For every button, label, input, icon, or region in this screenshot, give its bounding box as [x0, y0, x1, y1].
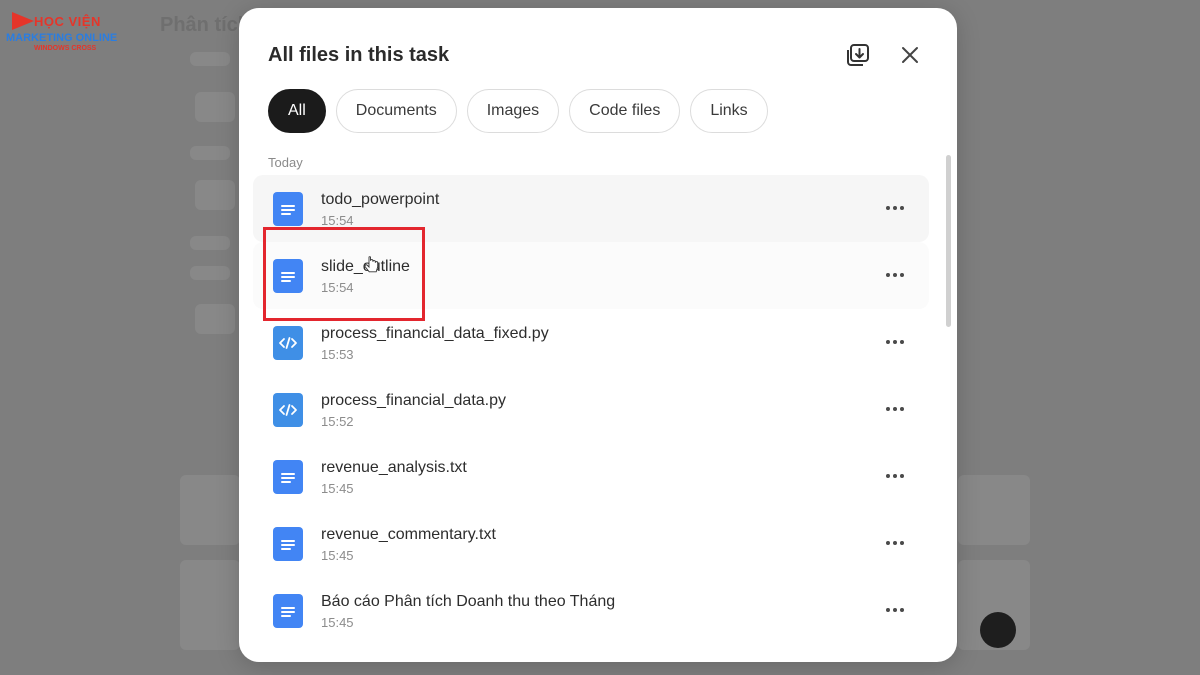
brand-logo: HỌC VIỆN MARKETING ONLINE WINDOWS CROSS	[6, 12, 122, 56]
background-send-button	[980, 612, 1016, 648]
file-row[interactable]: Báo cáo Phân tích Doanh thu theo Tháng 1…	[253, 577, 929, 644]
background-panel	[180, 560, 240, 650]
code-file-icon	[273, 393, 303, 427]
filter-images[interactable]: Images	[466, 89, 560, 133]
download-all-icon	[847, 44, 869, 66]
more-options-button[interactable]	[879, 530, 911, 556]
file-time: 15:54	[321, 213, 354, 228]
background-text	[190, 52, 230, 66]
file-name: Báo cáo Phân tích Doanh thu theo Tháng	[321, 593, 616, 610]
brand-mark-icon	[12, 12, 34, 30]
more-icon	[886, 340, 890, 344]
file-time: 15:45	[321, 548, 354, 563]
more-options-button[interactable]	[879, 329, 911, 355]
brand-line-3: WINDOWS CROSS	[34, 45, 97, 52]
filter-code-files[interactable]: Code files	[569, 89, 681, 133]
background-text	[190, 146, 230, 160]
more-icon	[886, 541, 890, 545]
file-name: revenue_analysis.txt	[321, 459, 467, 476]
document-icon	[273, 527, 303, 561]
section-label-today: Today	[268, 155, 303, 170]
more-icon	[886, 608, 890, 612]
code-file-icon	[273, 326, 303, 360]
background-text	[190, 236, 230, 250]
file-time: 15:45	[321, 481, 354, 496]
file-row[interactable]: process_financial_data.py 15:52	[253, 376, 929, 443]
filter-all[interactable]: All	[268, 89, 326, 133]
file-name: process_financial_data.py	[321, 392, 507, 409]
background-panel	[958, 475, 1030, 545]
more-options-button[interactable]	[879, 195, 911, 221]
filter-links[interactable]: Links	[690, 89, 768, 133]
more-options-button[interactable]	[879, 597, 911, 623]
more-options-button[interactable]	[879, 262, 911, 288]
file-time: 15:53	[321, 347, 354, 362]
more-icon	[886, 474, 890, 478]
close-button[interactable]	[893, 38, 927, 72]
highlight-box	[263, 227, 425, 321]
more-icon	[886, 273, 890, 277]
file-name: todo_powerpoint	[321, 191, 440, 208]
document-icon	[273, 460, 303, 494]
background-text	[190, 266, 230, 280]
brand-line-1: HỌC VIỆN	[34, 14, 101, 29]
file-row[interactable]: revenue_analysis.txt 15:45	[253, 443, 929, 510]
document-icon	[273, 192, 303, 226]
background-field	[195, 92, 235, 122]
files-modal: All files in this task All Documents Ima…	[239, 8, 957, 662]
background-field	[195, 304, 235, 334]
background-title: Phân tích	[160, 14, 251, 36]
brand-line-2: MARKETING ONLINE	[6, 32, 118, 44]
more-icon	[886, 407, 890, 411]
background-panel	[180, 475, 240, 545]
background-field	[195, 180, 235, 210]
hand-cursor-icon	[365, 256, 379, 273]
file-time: 15:52	[321, 414, 354, 429]
file-time: 15:45	[321, 615, 354, 630]
modal-title: All files in this task	[268, 44, 450, 66]
more-options-button[interactable]	[879, 396, 911, 422]
file-name: process_financial_data_fixed.py	[321, 325, 549, 342]
file-row[interactable]: revenue_commentary.txt 15:45	[253, 510, 929, 577]
document-icon	[273, 594, 303, 628]
filter-tabs: All Documents Images Code files Links	[268, 89, 768, 133]
more-icon	[886, 206, 890, 210]
close-icon	[902, 47, 918, 63]
filter-documents[interactable]: Documents	[335, 89, 457, 133]
more-options-button[interactable]	[879, 463, 911, 489]
scrollbar[interactable]	[946, 155, 951, 327]
file-name: revenue_commentary.txt	[321, 526, 496, 543]
download-all-button[interactable]	[841, 38, 875, 72]
